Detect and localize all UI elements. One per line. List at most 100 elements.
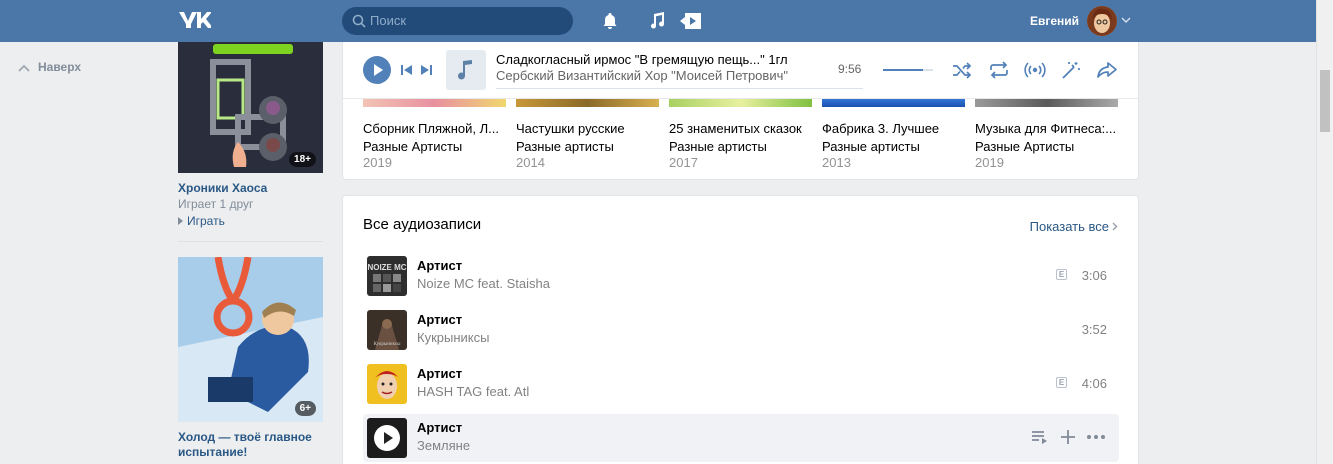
show-all-link[interactable]: Показать все <box>1030 219 1118 234</box>
album-artist[interactable]: Разные артисты <box>516 139 659 154</box>
scrollbar-thumb[interactable] <box>1320 70 1330 132</box>
album-year: 2019 <box>363 155 392 170</box>
album-card[interactable]: 25 знаменитых сказок Разные артисты 2017 <box>669 97 812 170</box>
explicit-badge: E <box>1056 269 1067 280</box>
divider <box>178 241 323 242</box>
volume-slider[interactable] <box>883 69 933 71</box>
broadcast-icon[interactable] <box>1024 60 1046 80</box>
search-icon <box>352 14 366 28</box>
track-row[interactable]: NOIZE MC Артист Noize MC feat. Staisha E… <box>363 252 1119 300</box>
album-title[interactable]: Фабрика 3. Лучшее <box>822 121 965 136</box>
repeat-icon[interactable] <box>988 60 1010 80</box>
album-title[interactable]: 25 знаменитых сказок <box>669 121 812 136</box>
chevron-up-icon <box>18 64 30 72</box>
album-year: 2013 <box>822 155 851 170</box>
add-icon[interactable] <box>1060 429 1076 445</box>
section-title: Все аудиозаписи <box>363 216 482 233</box>
top-header: Поиск Евгений <box>0 0 1316 42</box>
track-cover <box>446 50 486 90</box>
album-title[interactable]: Частушки русские <box>516 121 659 136</box>
track-row[interactable]: Кукрыниксы Артист Кукрыниксы 3:52 <box>363 306 1119 354</box>
game-title[interactable]: Хроники Хаоса <box>178 181 323 196</box>
album-card[interactable]: Музыка для Фитнеса:... Разные Артисты 20… <box>975 97 1118 170</box>
chevron-down-icon[interactable] <box>1121 15 1131 25</box>
similar-icon[interactable] <box>1060 60 1082 80</box>
svg-text:NOIZE MC: NOIZE MC <box>367 263 406 272</box>
back-to-top-label: Наверх <box>38 60 82 74</box>
video-play-icon[interactable] <box>677 11 703 31</box>
track-title[interactable]: Артист <box>417 312 462 327</box>
audio-player-panel: Сборник Пляжной, Л... Разные Артисты 201… <box>342 42 1139 180</box>
track-artist[interactable]: Сербский Византийский Хор "Моисей Петров… <box>496 68 788 83</box>
album-card[interactable]: Сборник Пляжной, Л... Разные Артисты 201… <box>363 97 506 170</box>
user-name[interactable]: Евгений <box>1030 14 1079 28</box>
music-note-icon <box>458 60 472 80</box>
album-year: 2014 <box>516 155 545 170</box>
track-cover[interactable]: Кукрыниксы <box>367 310 407 350</box>
avatar[interactable] <box>1087 6 1117 36</box>
play-button[interactable] <box>363 56 391 84</box>
volume-level <box>883 69 923 71</box>
album-card[interactable]: Частушки русские Разные артисты 2014 <box>516 97 659 170</box>
games-column: 18+ Хроники Хаоса Играет 1 друг Играть 6… <box>178 42 323 460</box>
explicit-badge: E <box>1056 377 1067 388</box>
track-row[interactable]: Артист HASH TAG feat. Atl E 4:06 <box>363 360 1119 408</box>
track-actions <box>1025 428 1105 448</box>
album-card[interactable]: Фабрика 3. Лучшее Разные артисты 2013 <box>822 97 965 170</box>
bell-icon[interactable] <box>600 11 620 31</box>
album-artist[interactable]: Разные артисты <box>822 139 965 154</box>
music-icon[interactable] <box>647 11 667 31</box>
albums-row: Сборник Пляжной, Л... Разные Артисты 201… <box>343 97 1138 179</box>
chevron-right-icon <box>1112 222 1118 231</box>
search-placeholder: Поиск <box>370 13 407 28</box>
share-icon[interactable] <box>1096 60 1118 80</box>
track-duration: 3:52 <box>1081 322 1107 337</box>
album-artist[interactable]: Разные артисты <box>669 139 812 154</box>
next-track-icon[interactable] <box>420 64 432 76</box>
track-cover[interactable] <box>367 418 407 458</box>
album-year: 2017 <box>669 155 698 170</box>
album-year: 2019 <box>975 155 1004 170</box>
scrollbar[interactable] <box>1316 0 1333 464</box>
track-duration: 3:06 <box>1081 268 1107 283</box>
track-cover[interactable] <box>367 364 407 404</box>
shuffle-icon[interactable] <box>951 60 973 80</box>
age-badge: 18+ <box>289 152 316 167</box>
track-row[interactable]: Артист Земляне <box>363 414 1119 462</box>
game-subtitle: Играет 1 друг <box>178 197 254 211</box>
track-artist[interactable]: HASH TAG feat. Atl <box>417 384 529 399</box>
age-badge: 6+ <box>294 401 316 416</box>
show-all-label: Показать все <box>1029 219 1109 234</box>
search-input[interactable]: Поиск <box>342 7 573 35</box>
album-title[interactable]: Музыка для Фитнеса:... <box>975 121 1118 136</box>
track-duration: 4:06 <box>1081 376 1107 391</box>
album-artist[interactable]: Разные Артисты <box>975 139 1118 154</box>
play-game-link[interactable]: Играть <box>178 213 323 230</box>
track-artist[interactable]: Земляне <box>417 438 470 453</box>
audio-player-bar: Сладкогласный ирмос "В гремящую пещь..."… <box>343 42 1138 99</box>
game-image[interactable]: 18+ <box>178 42 323 173</box>
game-image[interactable]: 6+ <box>178 257 323 422</box>
play-track-button[interactable] <box>367 418 407 458</box>
track-title[interactable]: Артист <box>417 366 462 381</box>
play-icon <box>178 217 183 225</box>
previous-track-icon[interactable] <box>401 64 413 76</box>
track-time[interactable]: 9:56 <box>838 62 861 76</box>
track-title[interactable]: Артист <box>417 420 462 435</box>
game-title[interactable]: Холод — твоё главное испытание! <box>178 430 323 460</box>
play-next-icon[interactable] <box>1031 430 1049 444</box>
back-to-top-button[interactable]: Наверх <box>18 60 81 74</box>
track-cover[interactable]: NOIZE MC <box>367 256 407 296</box>
more-icon[interactable] <box>1086 434 1106 440</box>
track-artist[interactable]: Кукрыниксы <box>417 330 489 345</box>
all-audio-panel: Все аудиозаписи Показать все NOIZE MC Ар… <box>342 195 1139 464</box>
vk-logo-icon[interactable] <box>177 9 211 31</box>
track-progress-bar[interactable] <box>496 88 863 89</box>
album-title[interactable]: Сборник Пляжной, Л... <box>363 121 506 136</box>
album-artist[interactable]: Разные Артисты <box>363 139 506 154</box>
svg-text:Кукрыниксы: Кукрыниксы <box>374 342 402 347</box>
track-artist[interactable]: Noize MC feat. Staisha <box>417 276 550 291</box>
track-title[interactable]: Артист <box>417 258 462 273</box>
play-game-label: Играть <box>187 214 225 228</box>
track-title[interactable]: Сладкогласный ирмос "В гремящую пещь..."… <box>496 52 788 67</box>
